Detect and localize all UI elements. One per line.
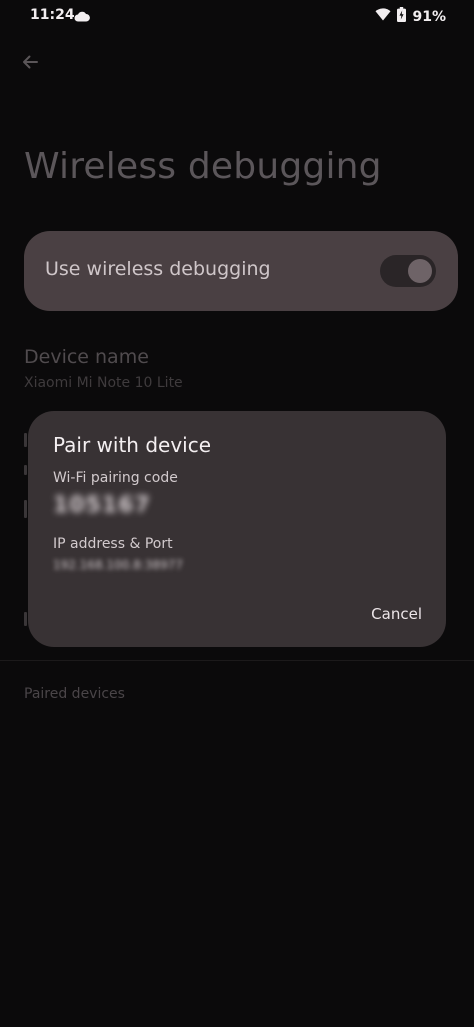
device-name-value: Xiaomi Mi Note 10 Lite — [24, 375, 183, 391]
paired-devices-header: Paired devices — [24, 686, 125, 702]
cloud-icon — [74, 10, 90, 26]
pairing-code-value: 105167 — [53, 493, 151, 518]
switch-thumb — [408, 259, 432, 283]
dialog-title: Pair with device — [53, 433, 212, 457]
background-fragment — [24, 500, 27, 518]
battery-percentage: 91% — [412, 8, 446, 25]
status-bar: 11:24 91% — [0, 0, 474, 32]
background-fragment — [24, 465, 27, 475]
section-divider — [0, 660, 474, 661]
pair-with-device-dialog: Pair with device Wi-Fi pairing code 1051… — [28, 411, 446, 647]
status-time: 11:24 — [30, 7, 75, 23]
wifi-icon — [375, 8, 391, 25]
pairing-code-label: Wi-Fi pairing code — [53, 470, 178, 486]
ip-port-label: IP address & Port — [53, 536, 173, 552]
cancel-button[interactable]: Cancel — [371, 605, 422, 623]
back-button[interactable] — [14, 46, 46, 78]
screen: 11:24 91% Wireless debugging Use wireles… — [0, 0, 474, 1027]
arrow-back-icon — [23, 55, 38, 69]
use-wireless-debugging-toggle-row[interactable]: Use wireless debugging — [24, 231, 458, 311]
battery-icon — [397, 7, 407, 26]
device-name-title[interactable]: Device name — [24, 346, 149, 368]
background-fragment — [24, 433, 27, 447]
page-title: Wireless debugging — [24, 146, 382, 187]
background-fragment — [24, 612, 27, 626]
use-wireless-debugging-label: Use wireless debugging — [45, 258, 271, 280]
status-right-group: 91% — [375, 7, 446, 26]
ip-port-value: 192.168.100.8:38977 — [53, 558, 184, 572]
use-wireless-debugging-switch[interactable] — [380, 255, 436, 287]
